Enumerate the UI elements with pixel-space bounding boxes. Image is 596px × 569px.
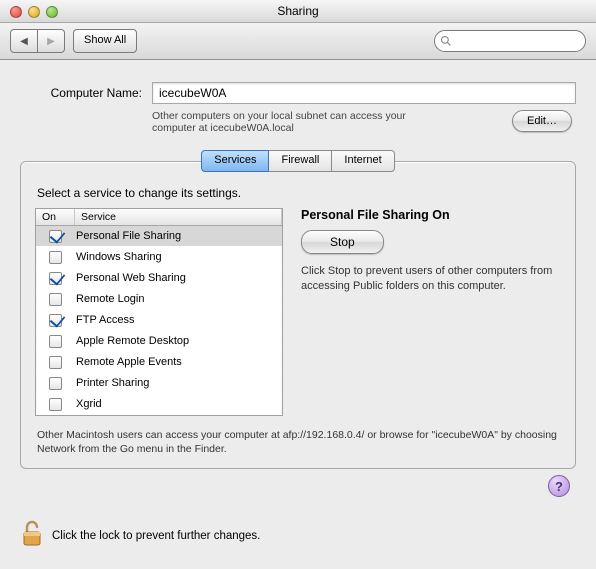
service-checkbox[interactable] — [49, 377, 62, 390]
service-name: Remote Apple Events — [74, 356, 282, 368]
show-all-button[interactable]: Show All — [73, 29, 137, 53]
service-checkbox[interactable] — [49, 314, 62, 327]
stop-button[interactable]: Stop — [301, 230, 384, 254]
service-checkbox[interactable] — [49, 230, 62, 243]
service-checkbox[interactable] — [49, 335, 62, 348]
service-name: Xgrid — [74, 398, 282, 410]
table-row[interactable]: Windows Sharing — [36, 247, 282, 268]
search-icon — [440, 35, 452, 47]
service-checkbox[interactable] — [49, 251, 62, 264]
table-row[interactable]: FTP Access — [36, 310, 282, 331]
table-row[interactable]: Apple Remote Desktop — [36, 331, 282, 352]
window-title: Sharing — [0, 0, 596, 23]
table-row[interactable]: Personal Web Sharing — [36, 268, 282, 289]
service-name: Personal File Sharing — [74, 230, 282, 242]
panel-instruction: Select a service to change its settings. — [37, 186, 561, 200]
sharing-prefpane-window: Sharing ◀ ▶ Show All Computer Name: icec… — [0, 0, 596, 569]
services-table: On Service Personal File Sharing Windows … — [35, 208, 283, 416]
detail-text: Click Stop to prevent users of other com… — [301, 264, 561, 294]
minimize-button[interactable] — [28, 6, 40, 18]
service-name: Printer Sharing — [74, 377, 282, 389]
table-row[interactable]: Personal File Sharing — [36, 226, 282, 247]
service-checkbox[interactable] — [49, 356, 62, 369]
search-input[interactable] — [452, 34, 566, 48]
lock-hint: Click the lock to prevent further change… — [52, 530, 260, 542]
col-header-service[interactable]: Service — [75, 209, 282, 225]
window-controls — [10, 6, 58, 18]
table-row[interactable]: Remote Login — [36, 289, 282, 310]
service-checkbox[interactable] — [49, 272, 62, 285]
service-checkbox[interactable] — [49, 398, 62, 411]
tab-services[interactable]: Services — [201, 150, 269, 172]
table-row[interactable]: Printer Sharing — [36, 373, 282, 394]
computer-name-hint: Other computers on your local subnet can… — [152, 110, 452, 134]
forward-button[interactable]: ▶ — [38, 29, 65, 53]
lock-row: Click the lock to prevent further change… — [20, 520, 260, 551]
tab-firewall[interactable]: Firewall — [269, 150, 332, 172]
tab-internet[interactable]: Internet — [332, 150, 394, 172]
service-name: Windows Sharing — [74, 251, 282, 263]
col-header-on[interactable]: On — [36, 209, 75, 225]
service-checkbox[interactable] — [49, 293, 62, 306]
lock-icon[interactable] — [20, 520, 44, 551]
computer-name-field[interactable]: icecubeW0A — [152, 82, 576, 104]
service-detail: Personal File Sharing On Stop Click Stop… — [301, 208, 561, 416]
zoom-button[interactable] — [46, 6, 58, 18]
close-button[interactable] — [10, 6, 22, 18]
computer-name-label: Computer Name: — [20, 86, 152, 100]
detail-title: Personal File Sharing On — [301, 208, 561, 222]
services-panel: Select a service to change its settings.… — [20, 161, 576, 469]
table-row[interactable]: Xgrid — [36, 394, 282, 415]
search-field[interactable] — [434, 30, 586, 52]
help-button[interactable]: ? — [548, 475, 570, 497]
service-name: Remote Login — [74, 293, 282, 305]
service-name: FTP Access — [74, 314, 282, 326]
service-name: Apple Remote Desktop — [74, 335, 282, 347]
back-button[interactable]: ◀ — [10, 29, 38, 53]
triangle-left-icon: ◀ — [20, 36, 28, 47]
table-row[interactable]: Remote Apple Events — [36, 352, 282, 373]
panel-footnote: Other Macintosh users can access your co… — [37, 428, 559, 456]
service-name: Personal Web Sharing — [74, 272, 282, 284]
edit-button[interactable]: Edit… — [512, 110, 572, 132]
toolbar: ◀ ▶ Show All — [0, 23, 596, 60]
triangle-right-icon: ▶ — [47, 36, 55, 47]
nav-segment: ◀ ▶ — [10, 29, 65, 53]
tab-bar: Services Firewall Internet — [20, 150, 576, 172]
